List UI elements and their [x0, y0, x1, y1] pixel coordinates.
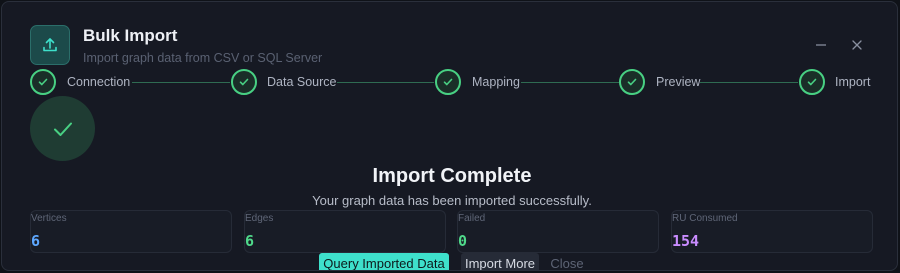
close-dialog-button[interactable] [847, 35, 867, 55]
check-icon [627, 78, 637, 86]
dialog-subtitle: Import graph data from CSV or SQL Server [83, 51, 323, 65]
step-preview-label[interactable]: Preview [656, 75, 700, 89]
stat-card-failed: Failed 0 [457, 210, 659, 253]
step-connection-indicator[interactable] [30, 69, 56, 95]
step-mapping-indicator[interactable] [435, 69, 461, 95]
stat-value: 6 [245, 232, 255, 250]
stat-label: RU Consumed [672, 213, 738, 224]
check-icon [239, 78, 249, 86]
stat-card-vertices: Vertices 6 [30, 210, 232, 253]
import-complete-title: Import Complete [372, 165, 532, 187]
success-check-icon [30, 96, 95, 161]
upload-icon [30, 25, 70, 65]
import-complete-message: Your graph data has been imported succes… [312, 193, 592, 208]
step-mapping-label[interactable]: Mapping [472, 75, 520, 89]
step-data-source-label[interactable]: Data Source [267, 75, 336, 89]
stat-label: Vertices [31, 213, 67, 224]
stat-label: Edges [245, 213, 274, 224]
query-imported-data-button[interactable]: Query Imported Data [319, 253, 449, 270]
step-data-source-indicator[interactable] [231, 69, 257, 95]
step-import-indicator[interactable] [799, 69, 825, 95]
step-connection-label[interactable]: Connection [67, 75, 130, 89]
close-icon [852, 40, 862, 50]
step-import-label[interactable]: Import [835, 75, 870, 89]
stat-label: Failed [458, 213, 486, 224]
stat-value: 154 [672, 232, 700, 250]
dialog-title: Bulk Import [83, 26, 178, 45]
import-more-button[interactable]: Import More [461, 253, 539, 270]
stat-value: 6 [31, 232, 41, 250]
stat-value: 0 [458, 232, 468, 250]
minimize-icon [816, 44, 826, 46]
step-connector [132, 82, 230, 83]
step-preview-indicator[interactable] [619, 69, 645, 95]
bulk-import-dialog: Bulk Import Import graph data from CSV o… [1, 1, 898, 271]
check-icon [38, 78, 48, 86]
close-button[interactable]: Close [547, 253, 587, 271]
minimize-button[interactable] [811, 35, 831, 55]
check-icon [443, 78, 453, 86]
stat-card-ru-consumed: RU Consumed 154 [671, 210, 873, 253]
step-connector [521, 82, 619, 83]
step-connector [337, 82, 434, 83]
step-connector [700, 82, 798, 83]
check-icon [807, 78, 817, 86]
stat-card-edges: Edges 6 [244, 210, 446, 253]
